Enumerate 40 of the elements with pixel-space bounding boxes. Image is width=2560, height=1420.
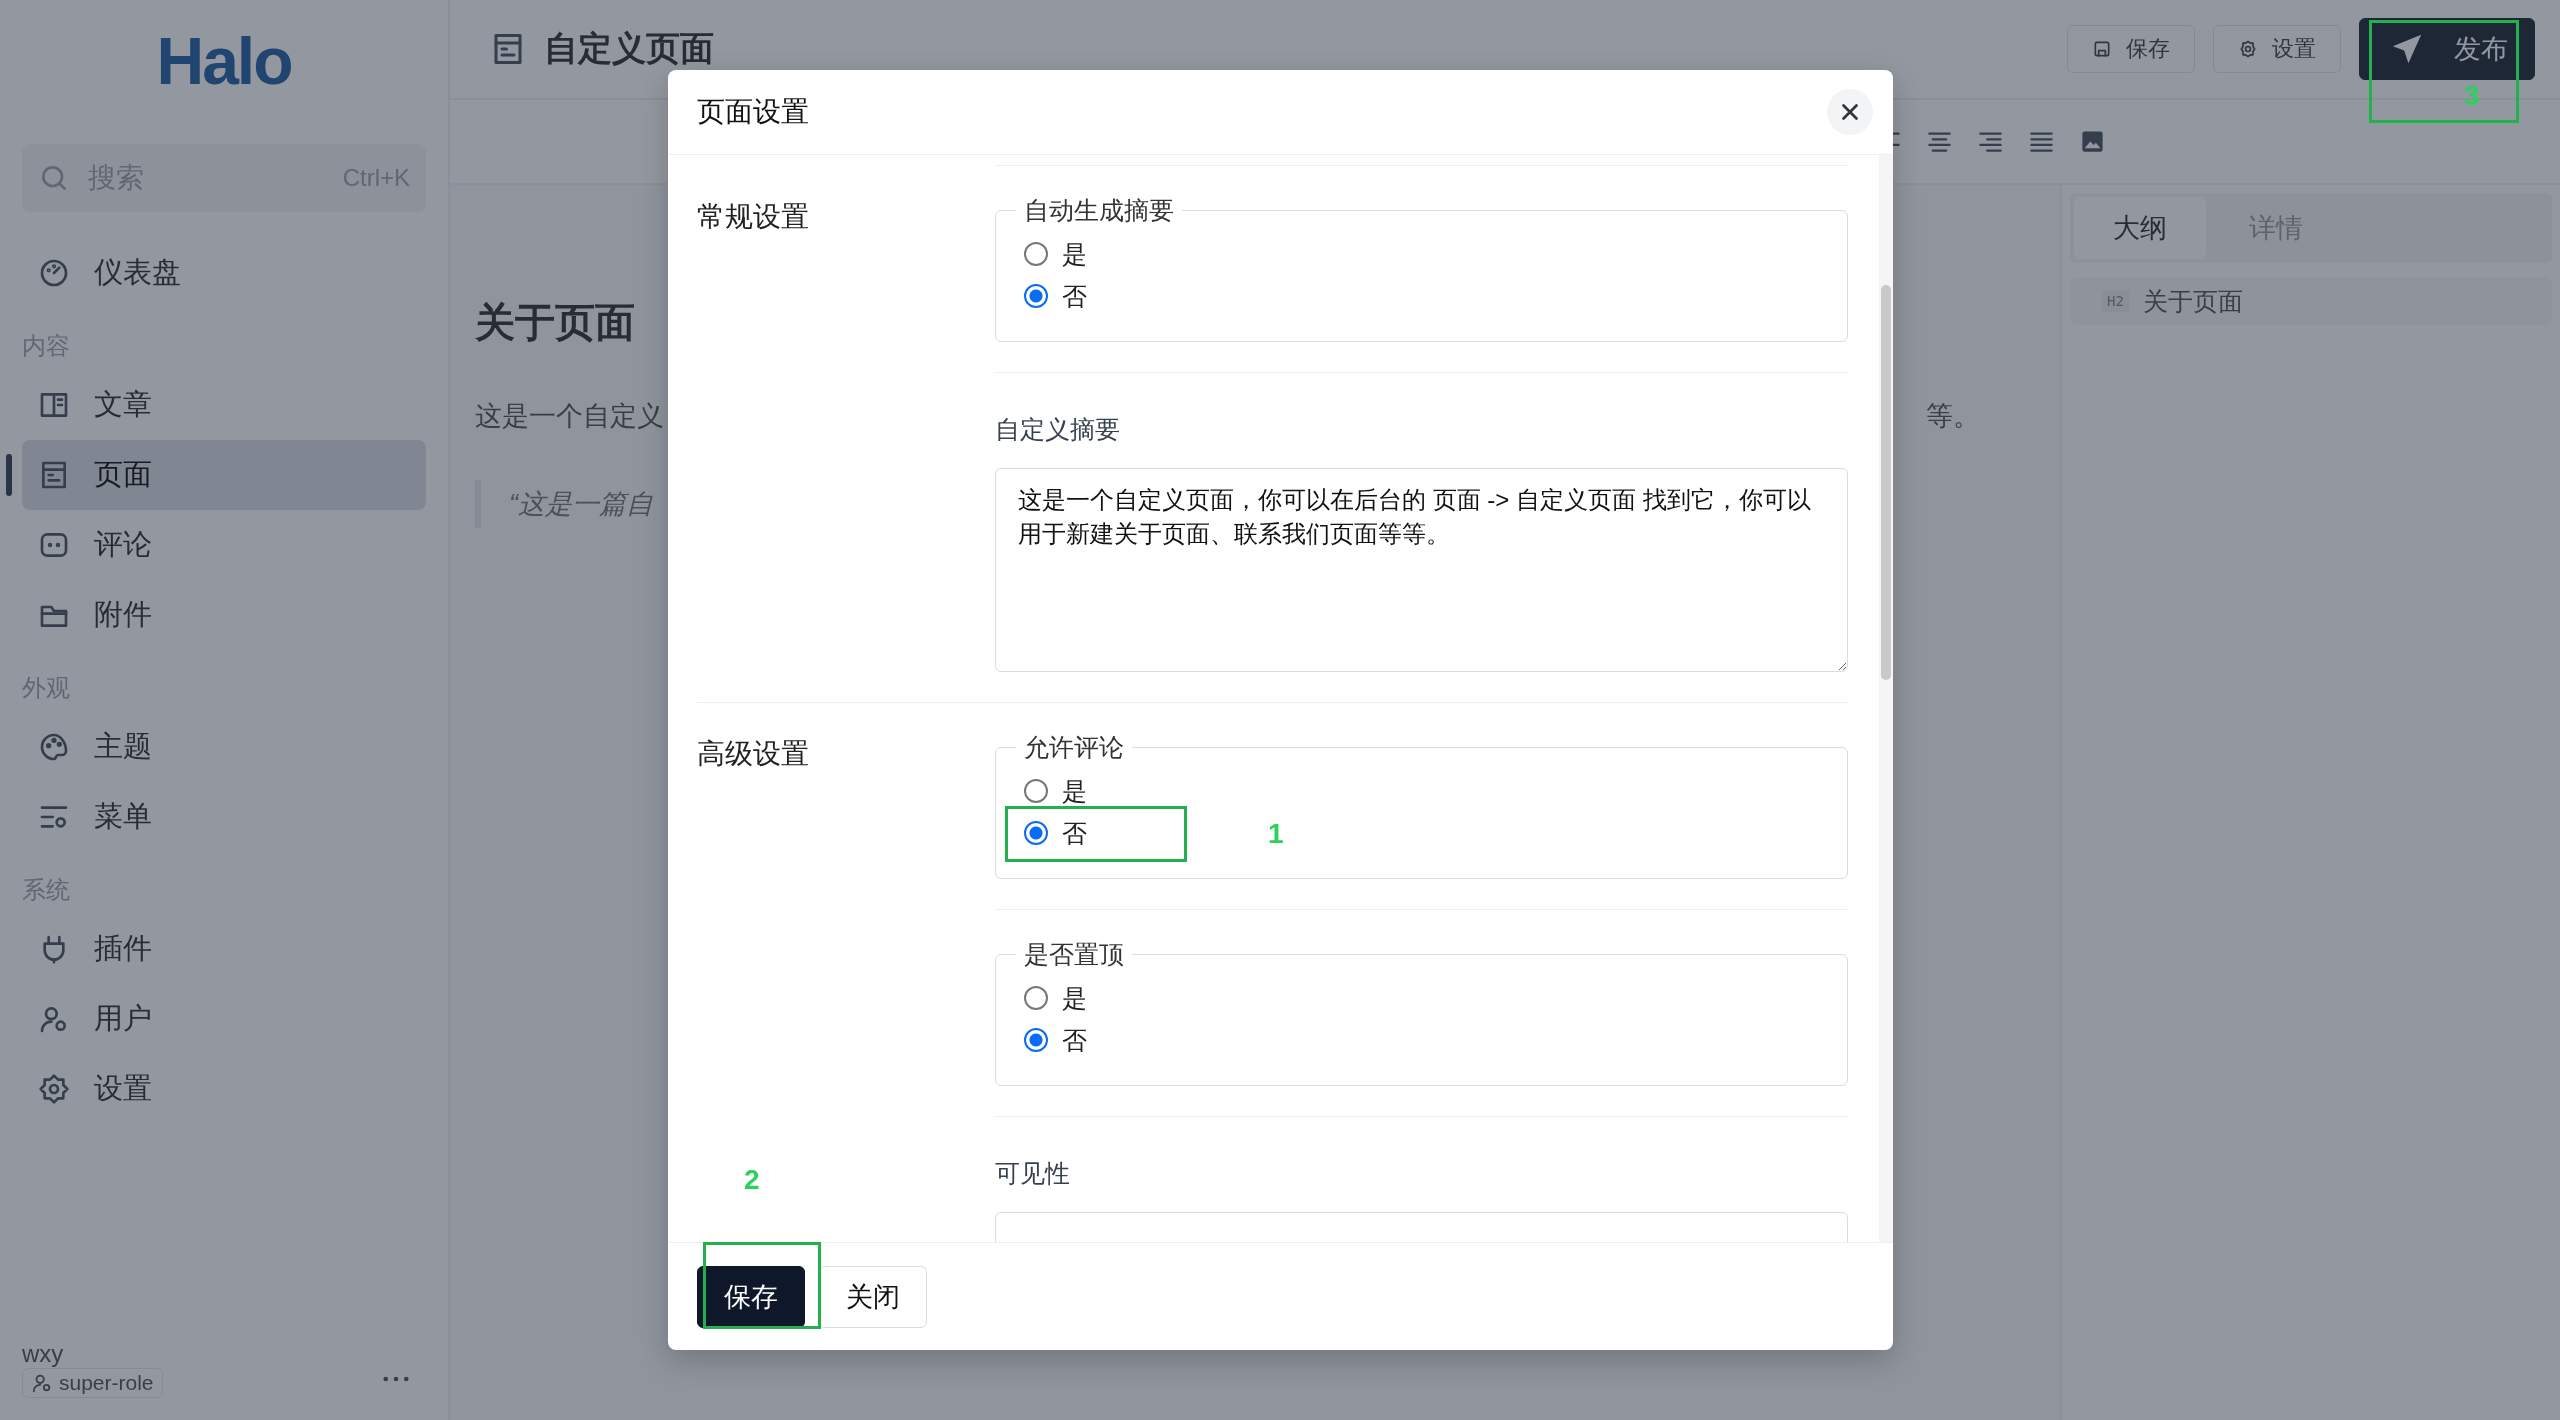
paragraph-text: 等。: [1926, 400, 1980, 433]
summary-textarea[interactable]: 这是一个自定义页面，你可以在后台的 页面 -> 自定义页面 找到它，你可以用于新建关于页面、联系我们页面等等。: [995, 468, 1848, 672]
nav-item[interactable]: 仪表盘: [22, 238, 426, 308]
header-button[interactable]: 发布: [2359, 18, 2535, 80]
annotation-number: 1: [1268, 820, 1284, 848]
field-label: 允许评论: [1023, 732, 1125, 763]
field-label: 自定义摘要: [995, 414, 1121, 445]
radio-option[interactable]: 是: [1024, 233, 1087, 275]
radio-option[interactable]: 否: [1024, 275, 1087, 317]
article-title: 关于页面: [475, 299, 635, 346]
dialog-button[interactable]: 关闭: [819, 1265, 927, 1328]
radio-option[interactable]: 否: [1024, 1019, 1087, 1061]
section-title: 高级设置: [697, 737, 810, 771]
header-button[interactable]: 保存: [2067, 25, 2195, 73]
field-label: 是否置顶: [1023, 939, 1125, 970]
paragraph-text: 这是一个自定义: [475, 400, 664, 433]
role-badge: super-role: [22, 1368, 163, 1398]
user-name: wxy: [22, 1340, 65, 1368]
panel-tab[interactable]: 大纲: [2074, 197, 2206, 259]
radio-option[interactable]: 是: [1024, 977, 1087, 1019]
page-title: 自定义页面: [544, 28, 714, 69]
radio-option[interactable]: 否: [1024, 812, 1087, 854]
annotation-number: 2: [744, 1166, 760, 1194]
nav-item[interactable]: 设置: [22, 1054, 426, 1124]
nav-item[interactable]: 文章: [22, 370, 426, 440]
header-button[interactable]: 设置: [2213, 25, 2341, 73]
section-title: 常规设置: [697, 200, 810, 234]
nav-item[interactable]: 插件: [22, 914, 426, 984]
nav-item[interactable]: 菜单: [22, 782, 426, 852]
nav-item[interactable]: 主题: [22, 712, 426, 782]
dialog-title: 页面设置: [697, 95, 809, 129]
dialog-button[interactable]: 保存: [697, 1265, 805, 1328]
annotation-number: 3: [2464, 82, 2480, 110]
nav-item[interactable]: 附件: [22, 580, 426, 650]
radio-option[interactable]: 是: [1024, 770, 1087, 812]
logo: Halo: [156, 28, 292, 94]
field-label: 自动生成摘要: [1023, 195, 1175, 226]
nav-item[interactable]: 用户: [22, 984, 426, 1054]
nav-item[interactable]: 评论: [22, 510, 426, 580]
field-label: 可见性: [995, 1158, 1071, 1189]
